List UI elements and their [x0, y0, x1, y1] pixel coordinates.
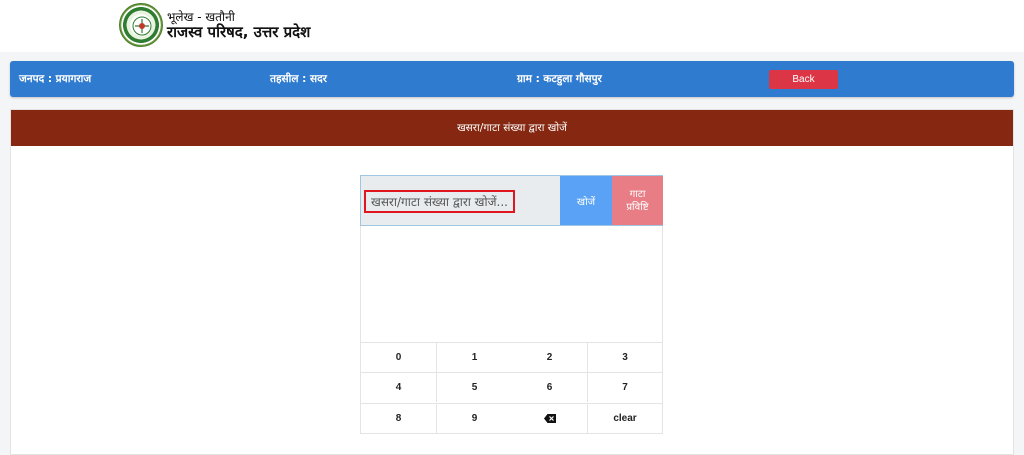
seal-logo-icon: [119, 3, 163, 47]
brand-title: राजस्व परिषद, उत्तर प्रदेश: [167, 23, 311, 41]
key-8[interactable]: 8: [361, 403, 437, 433]
key-4[interactable]: 4: [361, 372, 437, 402]
search-group: खसरा/गाटा संख्या द्वारा खोजें... खोजें ग…: [360, 175, 663, 226]
key-9[interactable]: 9: [437, 403, 513, 433]
key-1[interactable]: 1: [437, 342, 513, 372]
site-header: भूलेख - खतौनी राजस्व परिषद, उत्तर प्रदेश: [0, 0, 1024, 52]
key-3[interactable]: 3: [588, 342, 662, 372]
gata-entry-label-line1: गाटा: [629, 188, 646, 200]
keypad-display: [361, 226, 662, 342]
district-label: जनपद : प्रयागराज: [19, 73, 92, 85]
tehsil-label: तहसील : सदर: [270, 73, 327, 85]
location-info-bar: जनपद : प्रयागराज तहसील : सदर ग्राम : कटह…: [10, 61, 1014, 97]
backspace-icon: [543, 414, 556, 423]
khasra-search-input[interactable]: खसरा/गाटा संख्या द्वारा खोजें...: [361, 176, 560, 225]
backspace-key[interactable]: [512, 403, 588, 433]
search-button[interactable]: खोजें: [560, 176, 612, 225]
key-2[interactable]: 2: [512, 342, 588, 372]
key-6[interactable]: 6: [512, 372, 588, 402]
gata-entry-button[interactable]: गाटा प्रविष्टि: [612, 176, 663, 225]
village-label: ग्राम : कटहुला गौसपुर: [517, 73, 602, 85]
key-0[interactable]: 0: [361, 342, 437, 372]
key-5[interactable]: 5: [437, 372, 513, 402]
gata-entry-label-line2: प्रविष्टि: [626, 201, 649, 213]
clear-key[interactable]: clear: [588, 403, 662, 433]
numeric-keypad: 0 1 2 3 4 5 6 7 8 9 clear: [360, 226, 663, 434]
back-button[interactable]: Back: [769, 70, 838, 89]
panel-heading: खसरा/गाटा संख्या द्वारा खोजें: [11, 110, 1013, 146]
search-placeholder: खसरा/गाटा संख्या द्वारा खोजें...: [364, 190, 515, 213]
key-7[interactable]: 7: [588, 372, 662, 402]
